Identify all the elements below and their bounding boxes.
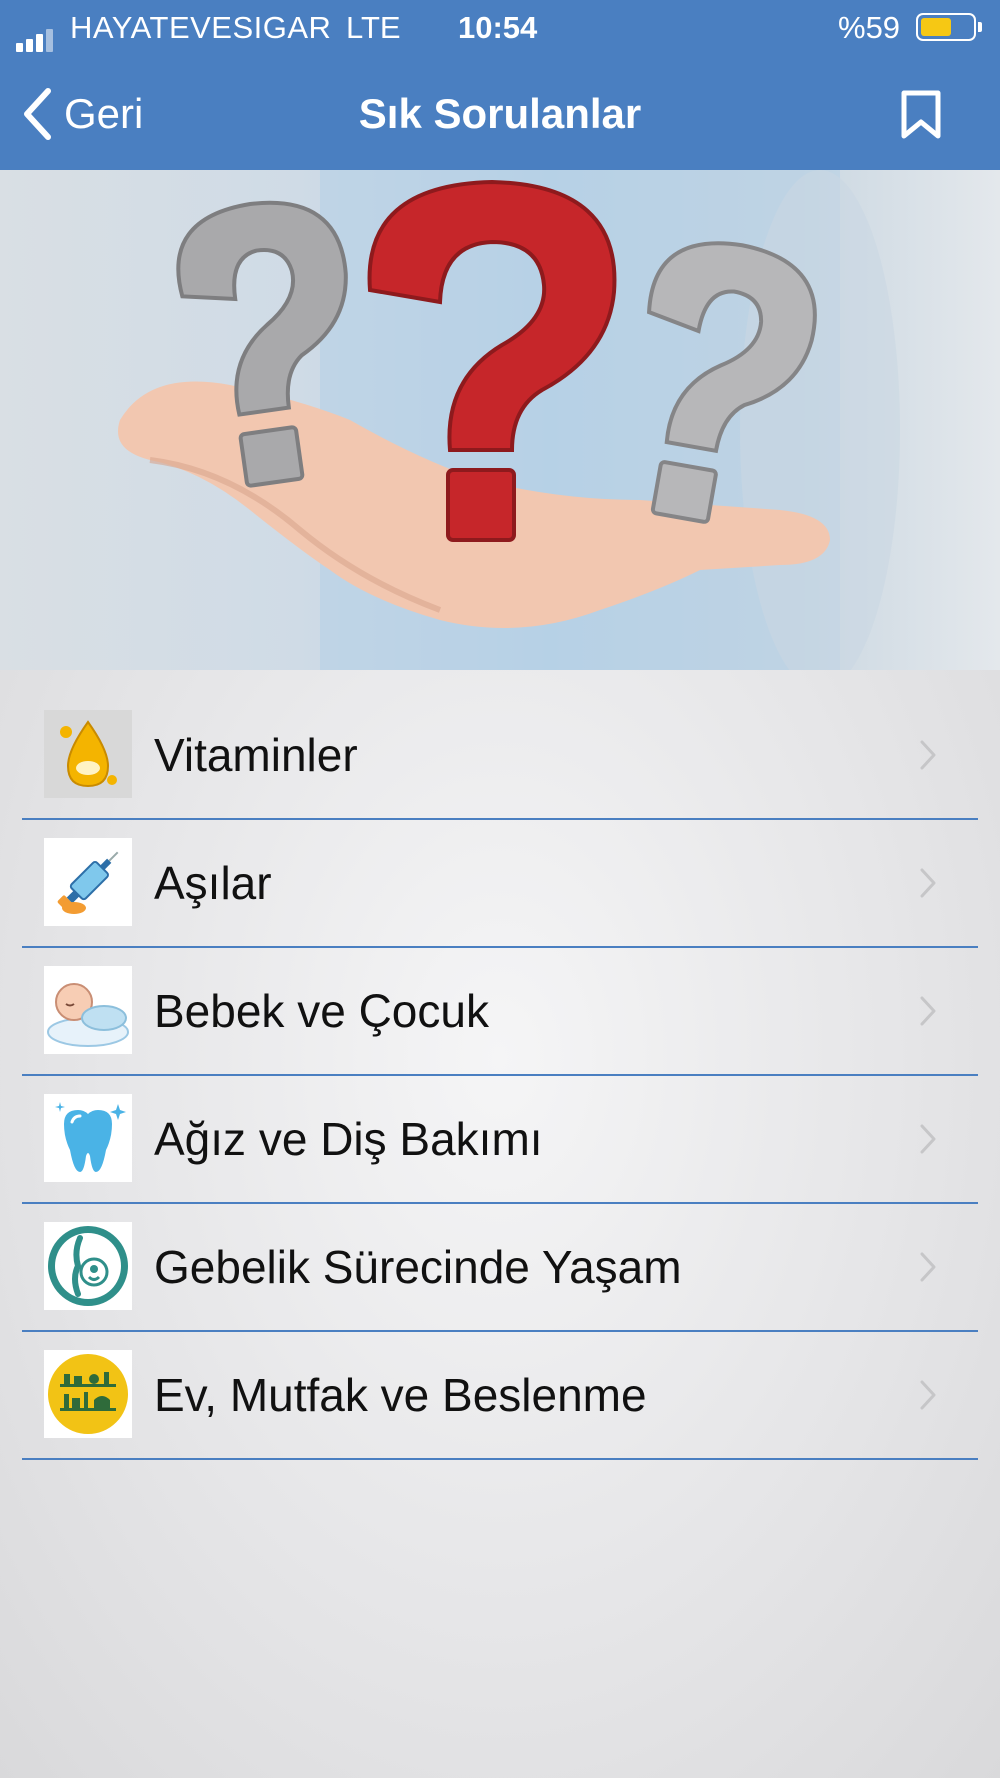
list-item-vitaminler[interactable]: Vitaminler <box>22 692 978 820</box>
chevron-right-icon <box>920 1380 936 1410</box>
tooth-icon <box>44 1094 132 1182</box>
list-item-label: Ağız ve Diş Bakımı <box>154 1113 543 1165</box>
vitamin-drop-icon <box>44 710 132 798</box>
kitchen-icon <box>44 1350 132 1438</box>
chevron-right-icon <box>920 868 936 898</box>
list-item-label: Aşılar <box>154 857 272 909</box>
syringe-icon <box>44 838 132 926</box>
hero-image <box>0 170 1000 670</box>
list-item-gebelik-surecinde-yasam[interactable]: Gebelik Sürecinde Yaşam <box>22 1204 978 1332</box>
network-type: LTE <box>346 10 401 45</box>
page-title: Sık Sorulanlar <box>358 90 642 137</box>
sleeping-baby-icon <box>44 966 132 1054</box>
list-item-agiz-ve-dis-bakimi[interactable]: Ağız ve Diş Bakımı <box>22 1076 978 1204</box>
list-item-ev-mutfak-ve-beslenme[interactable]: Ev, Mutfak ve Beslenme <box>22 1332 978 1460</box>
list-item-bebek-ve-cocuk[interactable]: Bebek ve Çocuk <box>22 948 978 1076</box>
chevron-right-icon <box>920 1124 936 1154</box>
carrier-name: HAYATEVESIGAR <box>70 10 332 45</box>
clock: 10:54 <box>458 10 538 45</box>
navigation-bar: Geri Sık Sorulanlar <box>0 56 1000 170</box>
list-item-label: Bebek ve Çocuk <box>154 985 489 1037</box>
signal-strength-icon <box>16 16 56 52</box>
list-item-label: Vitaminler <box>154 729 358 781</box>
chevron-right-icon <box>920 1252 936 1282</box>
list-item-label: Ev, Mutfak ve Beslenme <box>154 1369 647 1421</box>
list-item-asilar[interactable]: Aşılar <box>22 820 978 948</box>
chevron-right-icon <box>920 996 936 1026</box>
battery-percentage: %59 <box>838 10 901 45</box>
battery-icon <box>916 13 982 41</box>
question-marks-on-hand-image <box>118 170 900 670</box>
faq-category-list: Vitaminler Aşılar Bebek ve Çocuk Ağız ve… <box>22 692 978 1460</box>
bookmark-icon[interactable] <box>900 90 942 140</box>
status-bar: HAYATEVESIGAR LTE 10:54 %59 <box>0 0 1000 56</box>
list-item-label: Gebelik Sürecinde Yaşam <box>154 1241 682 1293</box>
pregnancy-icon <box>44 1222 132 1310</box>
chevron-right-icon <box>920 740 936 770</box>
